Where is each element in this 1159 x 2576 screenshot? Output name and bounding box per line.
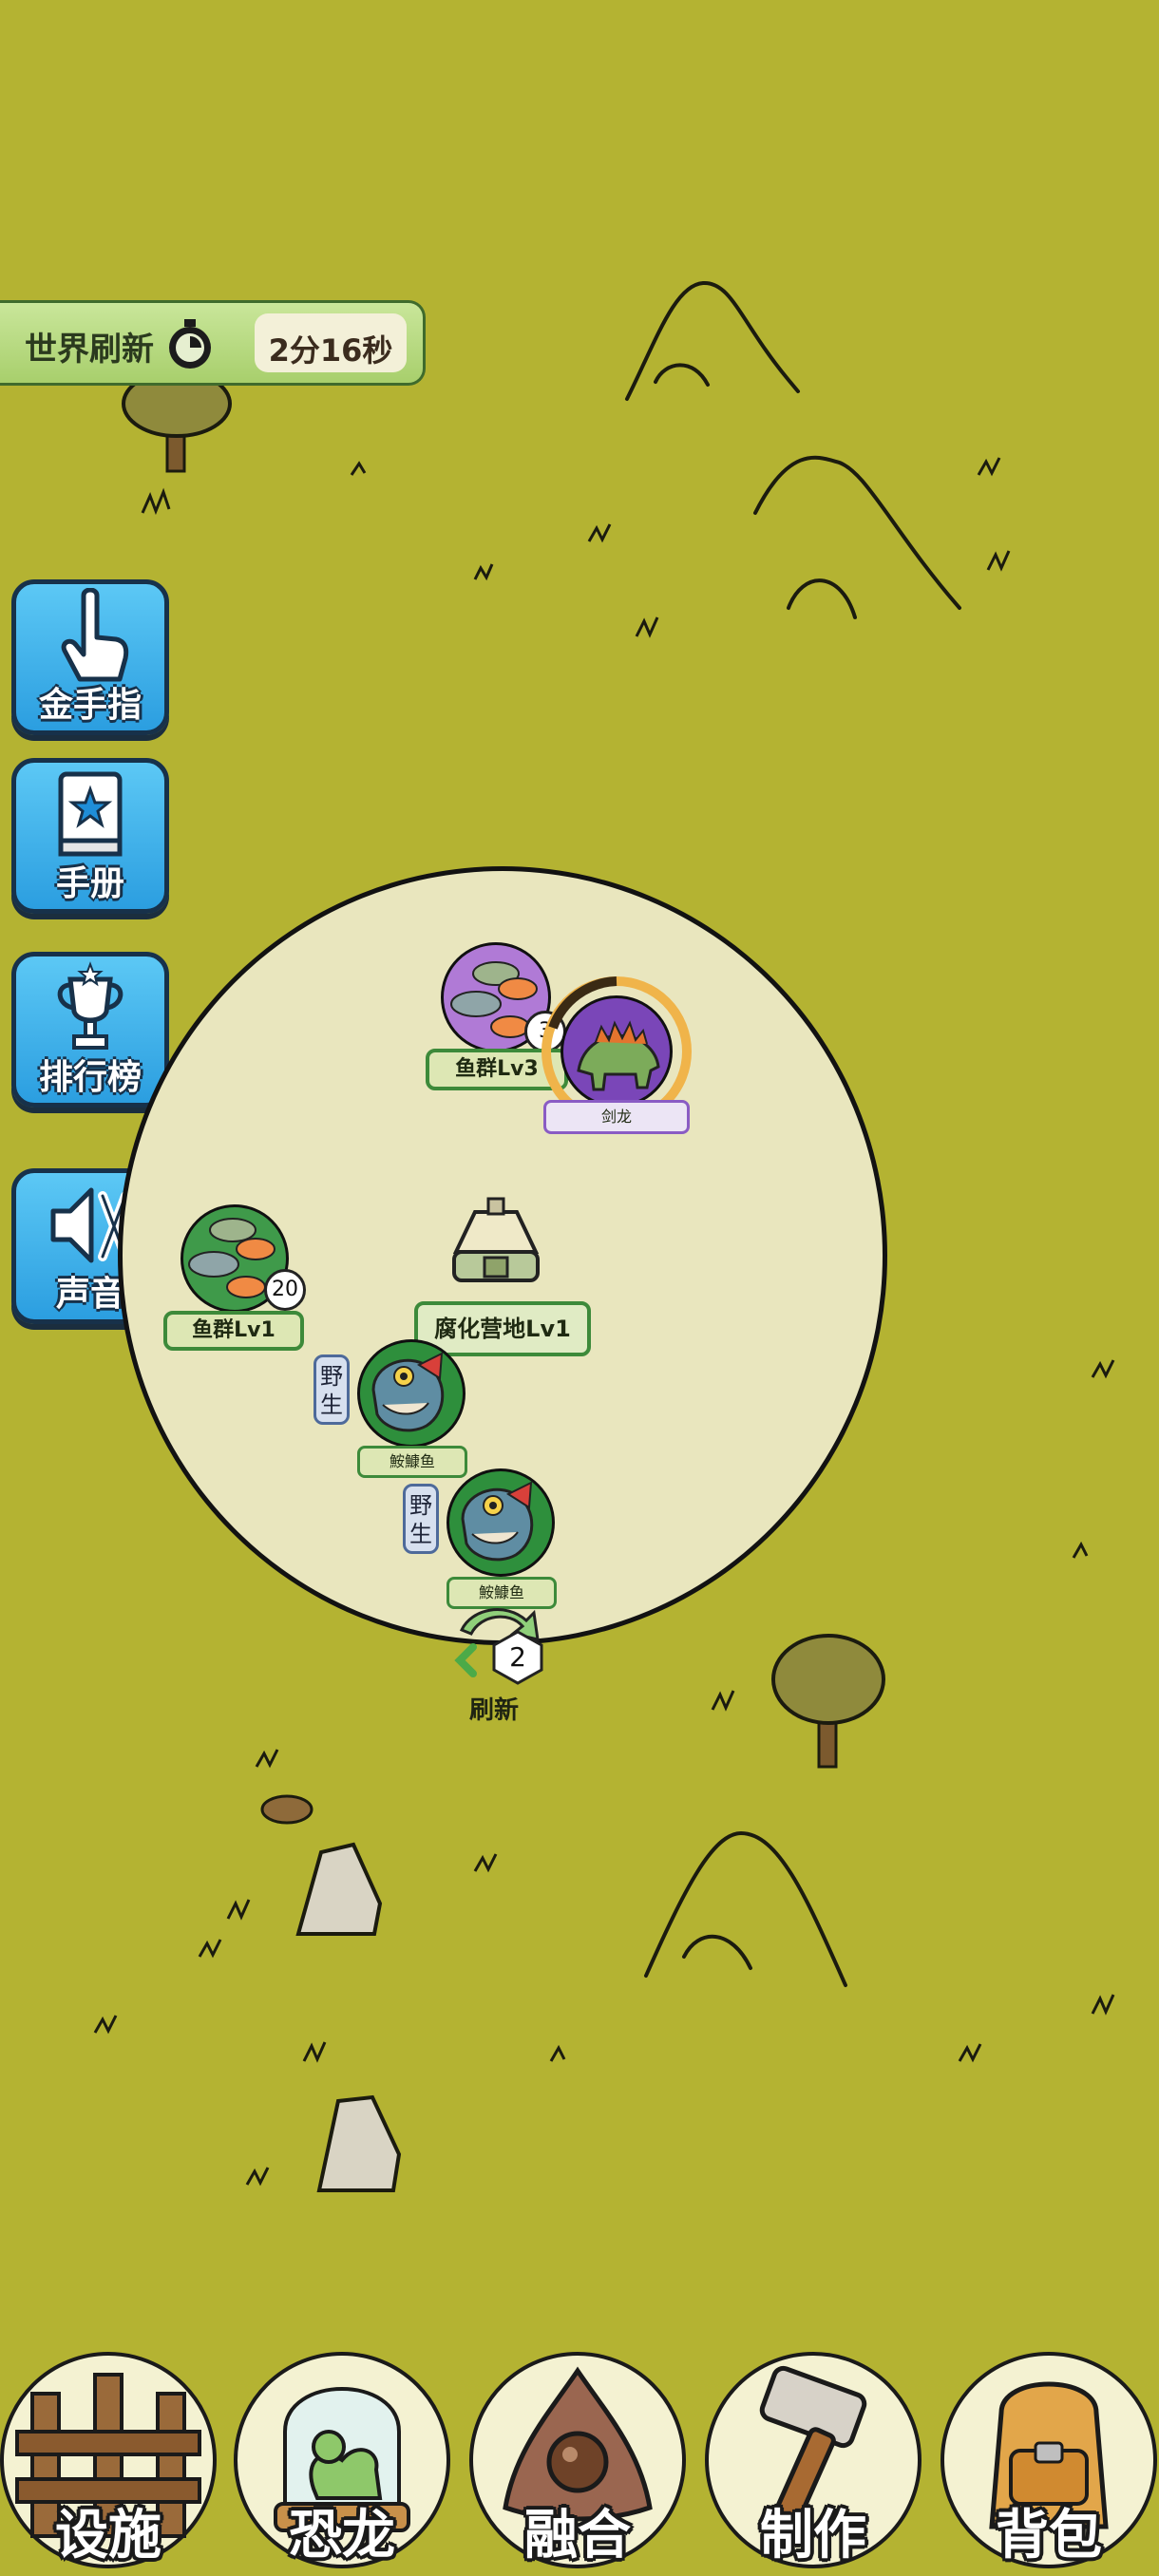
rock-1 (295, 1842, 383, 1936)
refresh-count-hexagon: 2 (490, 1630, 545, 1685)
nav-label-dinosaur: 恐龙 (289, 2505, 395, 2567)
catfish-icon (371, 1352, 445, 1432)
catfish-2-label: 鮟鱇鱼 (446, 1577, 557, 1609)
nav-label-fusion: 融合 (524, 2505, 631, 2567)
side-label-ranking: 排行榜 (38, 1058, 142, 1097)
tree-stump (260, 1794, 314, 1825)
catfish-2-wild-status: 野生 (403, 1484, 439, 1554)
camp-tent-icon (452, 1197, 540, 1282)
side-button-cheat[interactable]: 金手指 (11, 579, 169, 735)
catfish-icon (461, 1481, 534, 1562)
side-label-cheat: 金手指 (38, 686, 142, 725)
rock-2 (316, 2094, 402, 2192)
side-button-ranking[interactable]: 排行榜 (11, 952, 169, 1108)
refresh-count: 2 (509, 1641, 526, 1673)
catfish-2-token[interactable] (446, 1468, 555, 1577)
nav-label-craft: 制作 (760, 2505, 866, 2567)
fish-school-lv1-count: 20 (264, 1269, 306, 1311)
catfish-1-wild-status: 野生 (314, 1354, 350, 1425)
mound-1 (625, 280, 800, 401)
tree-1 (122, 369, 232, 473)
nav-label-backpack: 背包 (996, 2505, 1102, 2567)
tree-2 (771, 1634, 885, 1769)
mound-2 (753, 455, 961, 610)
stegosaurus-token[interactable] (560, 995, 673, 1108)
stegosaurus-label: 剑龙 (543, 1100, 690, 1134)
refresh-label[interactable]: 刷新 (456, 1691, 532, 1726)
side-label-manual: 手册 (55, 864, 124, 903)
world-refresh-label: 世界刷新 (25, 331, 154, 369)
trophy-icon (57, 961, 124, 1050)
world-refresh-timer: 2分16秒 (268, 332, 393, 369)
catfish-1-token[interactable] (357, 1339, 466, 1448)
game-world[interactable]: 世界刷新 2分16秒 金手指 手册 排行榜 声音 3 鱼群Lv3 剑龙 20 鱼… (0, 0, 1159, 2576)
star-book-icon (58, 771, 123, 857)
nav-label-facilities: 设施 (55, 2505, 162, 2567)
stopwatch-icon (169, 319, 211, 369)
side-button-manual[interactable]: 手册 (11, 758, 169, 914)
fish-school-lv1-label: 鱼群Lv1 (163, 1311, 304, 1351)
pointing-hand-icon (61, 588, 129, 682)
stegosaurus-icon (577, 1020, 660, 1091)
